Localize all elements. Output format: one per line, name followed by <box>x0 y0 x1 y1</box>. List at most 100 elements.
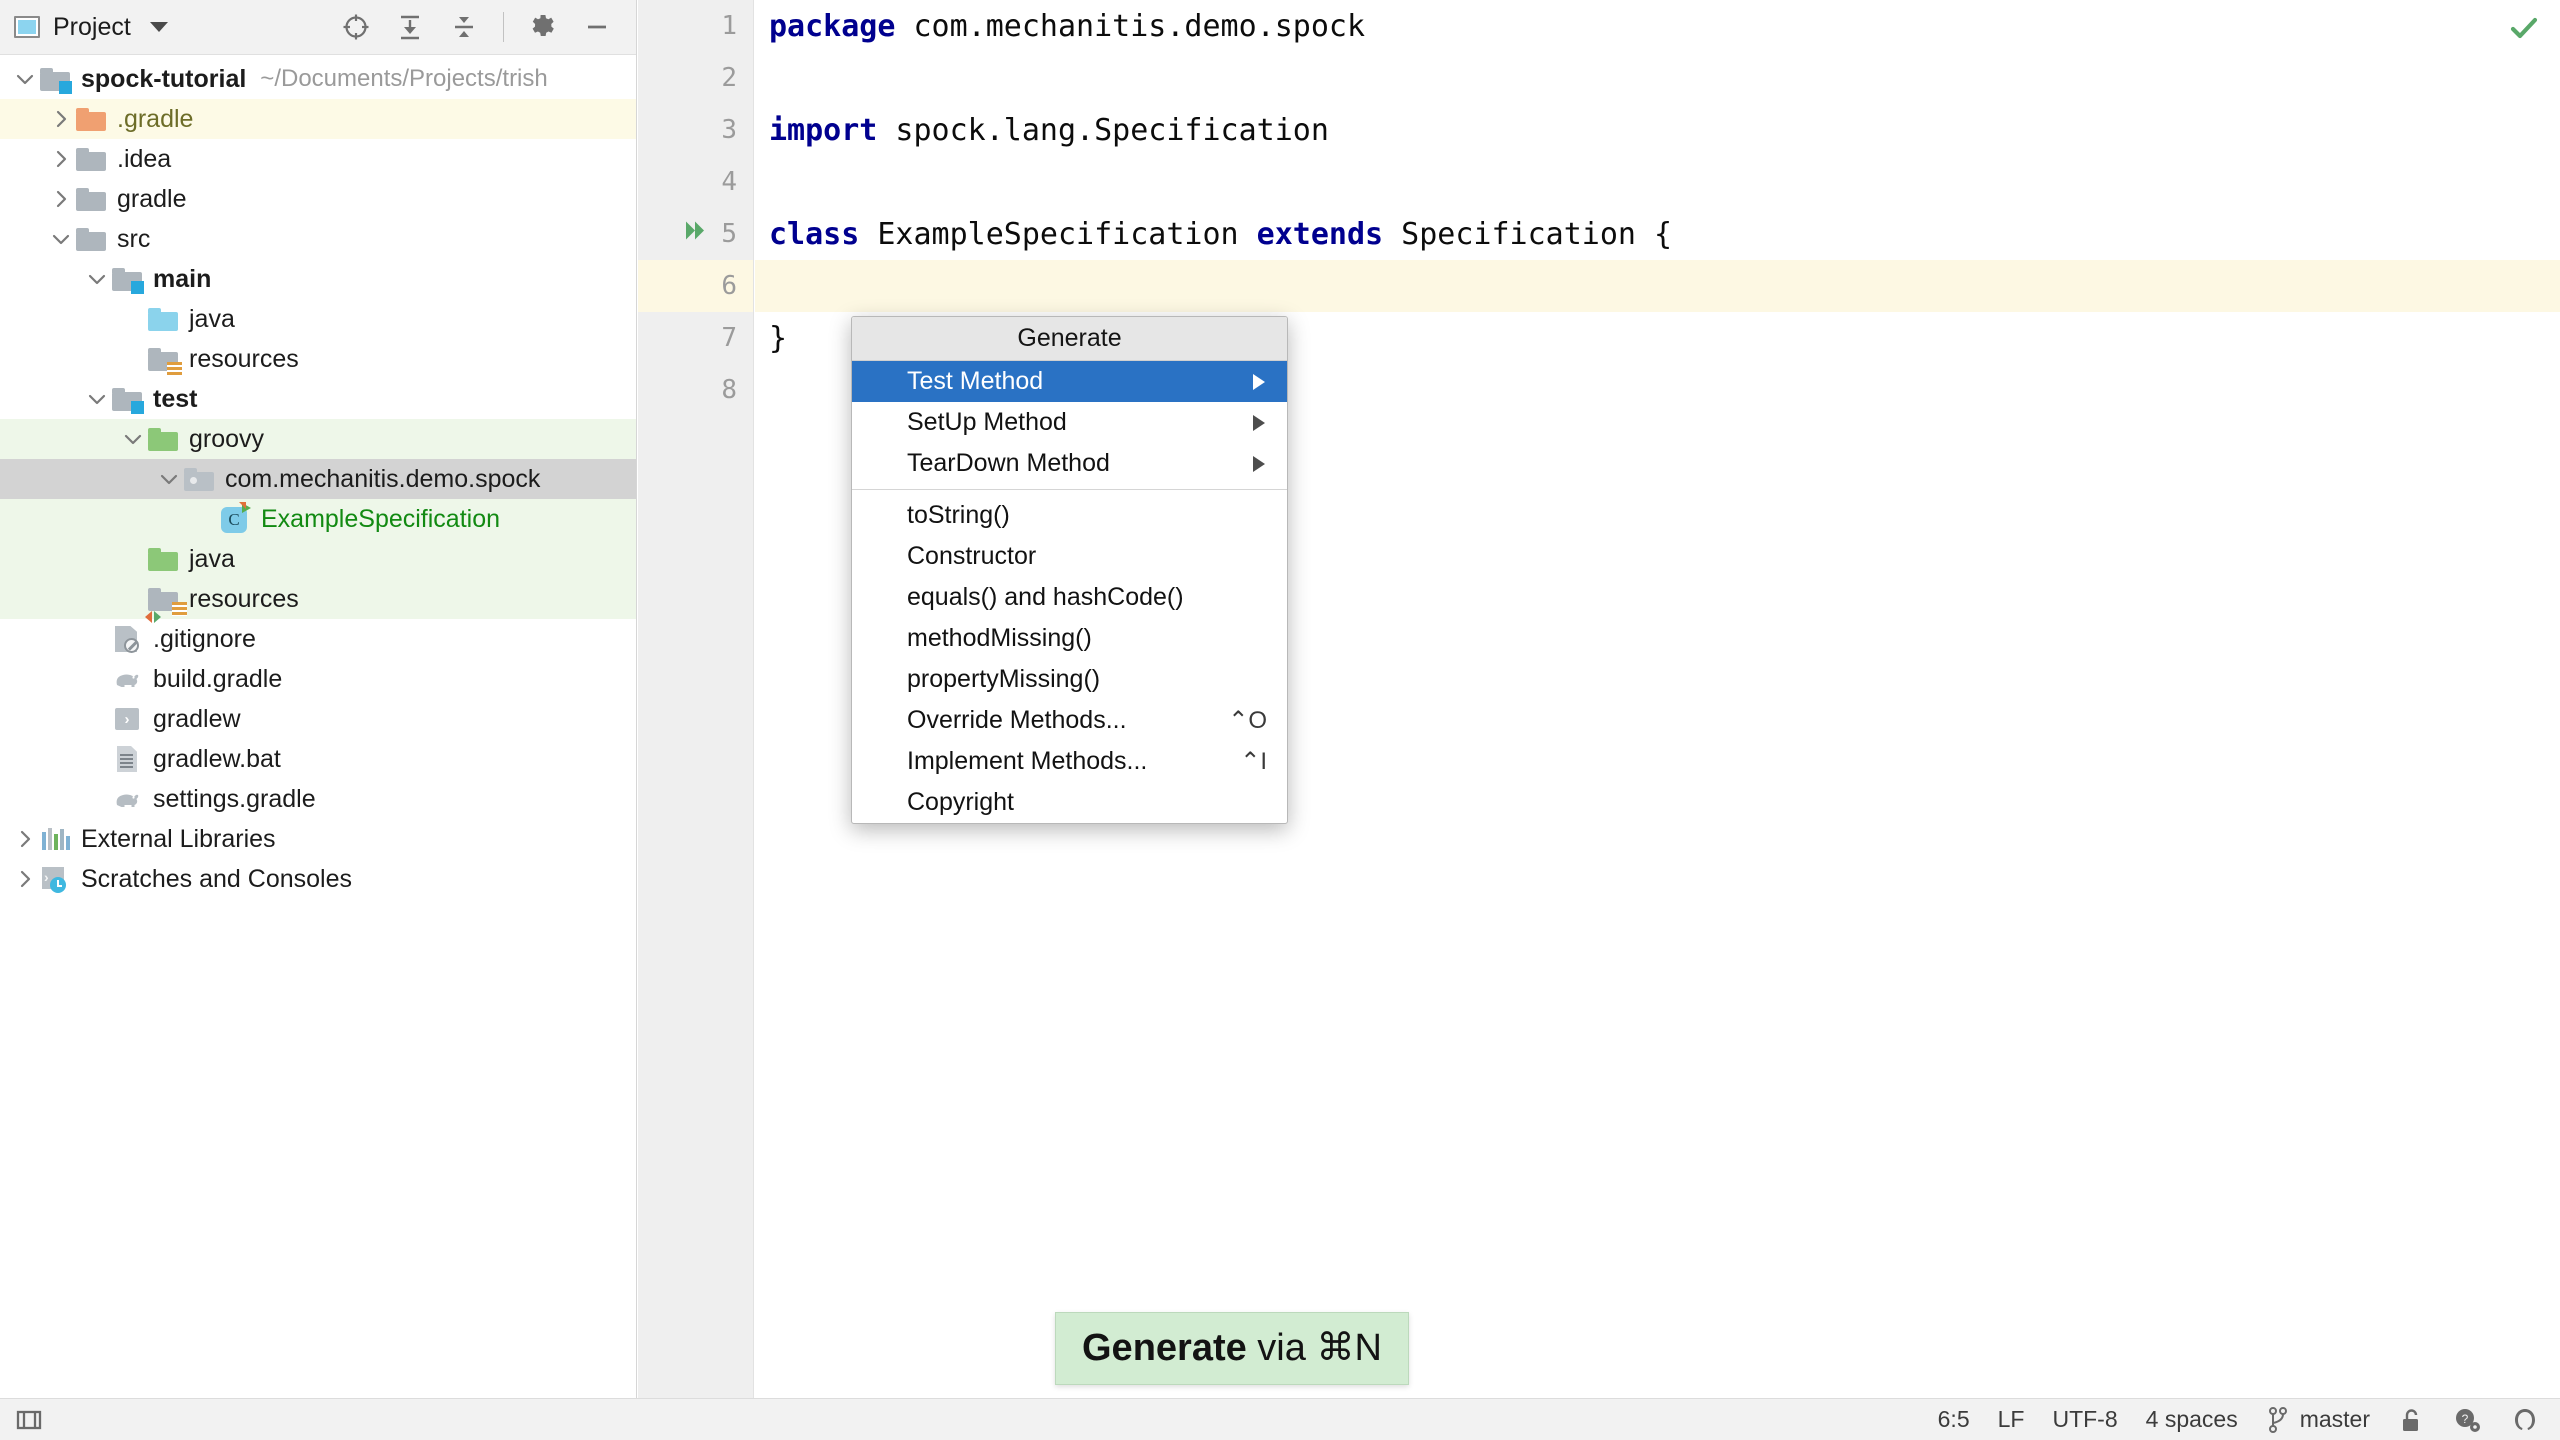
tree-item-label: src <box>117 227 150 252</box>
status-bar-right: 6:5 LF UTF-8 4 spaces master <box>1938 1405 2560 1435</box>
chevron-down-icon[interactable] <box>120 426 146 452</box>
chevron-right-icon[interactable] <box>48 146 74 172</box>
line-number-label: 7 <box>721 323 737 353</box>
code-line[interactable]: package com.mechanitis.demo.spock <box>755 0 2560 52</box>
chevron-right-icon[interactable] <box>12 866 38 892</box>
tree-item-scratches-and-consoles[interactable]: ›Scratches and Consoles <box>0 859 636 899</box>
menu-item-implement-methods[interactable]: Implement Methods...⌃I <box>852 741 1287 782</box>
code-keyword: import <box>769 113 877 148</box>
menu-item-shortcut: ⌃O <box>1228 706 1267 735</box>
tree-arrow-placeholder <box>84 706 110 732</box>
chevron-down-icon[interactable] <box>12 66 38 92</box>
folder-green-icon <box>148 425 180 453</box>
menu-item-copyright[interactable]: Copyright <box>852 782 1287 823</box>
green-checkmark-icon[interactable] <box>2506 10 2542 51</box>
toggle-tool-window-icon[interactable] <box>14 1405 44 1435</box>
chevron-right-icon[interactable] <box>48 106 74 132</box>
tree-item-settings-gradle[interactable]: settings.gradle <box>0 779 636 819</box>
chevron-right-icon[interactable] <box>48 186 74 212</box>
project-panel-title-group[interactable]: Project <box>14 13 168 42</box>
generate-popup-menu[interactable]: Generate Test MethodSetUp MethodTearDown… <box>851 316 1288 824</box>
tree-item-resources[interactable]: resources <box>0 579 636 619</box>
search-everywhere-icon[interactable] <box>2510 1405 2540 1435</box>
select-opened-file-icon[interactable] <box>341 12 371 42</box>
unlocked-icon[interactable] <box>2398 1406 2424 1434</box>
collapse-all-icon[interactable] <box>449 12 479 42</box>
line-separator[interactable]: LF <box>1998 1406 2025 1433</box>
gutter-line-number[interactable]: 7 <box>638 312 753 364</box>
chevron-down-icon[interactable] <box>48 226 74 252</box>
folder-blue-icon <box>148 305 180 333</box>
generate-popup-items[interactable]: Test MethodSetUp Method TearDown Method to… <box>852 361 1287 823</box>
gutter-line-number[interactable]: 2 <box>638 52 753 104</box>
git-branch-widget[interactable]: master <box>2266 1406 2370 1434</box>
tree-item-main[interactable]: main <box>0 259 636 299</box>
tree-item-java[interactable]: java <box>0 539 636 579</box>
tree-item-external-libraries[interactable]: External Libraries <box>0 819 636 859</box>
project-tree[interactable]: spock-tutorial ~/Documents/Projects/trish… <box>0 55 636 899</box>
menu-item-label: TearDown Method <box>907 449 1110 478</box>
code-line[interactable] <box>755 156 2560 208</box>
code-line[interactable] <box>755 260 2560 312</box>
chevron-down-icon[interactable] <box>84 386 110 412</box>
chevron-down-icon[interactable] <box>150 22 168 32</box>
inspections-widget-icon[interactable]: ? <box>2452 1405 2482 1435</box>
tree-item-gradlew[interactable]: ›gradlew <box>0 699 636 739</box>
chevron-down-icon[interactable] <box>156 466 182 492</box>
editor-gutter[interactable]: 1 2 34 5 6 7 8 <box>638 0 754 1398</box>
hide-panel-icon[interactable] <box>582 12 612 42</box>
tree-item-examplespecification[interactable]: CExampleSpecification <box>0 499 636 539</box>
code-line[interactable]: import spock.lang.Specification <box>755 104 2560 156</box>
menu-item-test-method[interactable]: Test Method <box>852 361 1287 402</box>
caret-position[interactable]: 6:5 <box>1938 1406 1970 1433</box>
gutter-line-number[interactable]: 5 <box>638 208 753 260</box>
tree-item-src[interactable]: src <box>0 219 636 259</box>
gutter-line-number[interactable]: 4 <box>638 156 753 208</box>
tree-item-spock-tutorial[interactable]: spock-tutorial ~/Documents/Projects/trish <box>0 59 636 99</box>
line-number-label: 8 <box>721 375 737 405</box>
gutter-line-number[interactable]: 8 <box>638 364 753 416</box>
tree-item-groovy[interactable]: groovy <box>0 419 636 459</box>
tree-item-idea[interactable]: .idea <box>0 139 636 179</box>
menu-item-equals-and-hashcode[interactable]: equals() and hashCode() <box>852 577 1287 618</box>
chevron-down-icon[interactable] <box>84 266 110 292</box>
tree-arrow-placeholder <box>84 786 110 812</box>
run-test-gutter-icon[interactable] <box>683 218 709 251</box>
tree-item-path: ~/Documents/Projects/trish <box>260 65 547 93</box>
menu-item-setup-method[interactable]: SetUp Method <box>852 402 1287 443</box>
indent-setting[interactable]: 4 spaces <box>2146 1406 2238 1433</box>
chevron-right-icon[interactable] <box>12 826 38 852</box>
folder-orange-icon <box>76 105 108 133</box>
code-line[interactable] <box>755 52 2560 104</box>
menu-item-override-methods[interactable]: Override Methods...⌃O <box>852 700 1287 741</box>
gutter-line-number[interactable]: 3 <box>638 104 753 156</box>
tree-item-gradlew-bat[interactable]: gradlew.bat <box>0 739 636 779</box>
tree-item-java[interactable]: java <box>0 299 636 339</box>
menu-item-methodmissing[interactable]: methodMissing() <box>852 618 1287 659</box>
menu-item-tostring[interactable]: toString() <box>852 495 1287 536</box>
folder-grey-icon <box>76 225 108 253</box>
gutter-line-number[interactable]: 6 <box>638 260 753 312</box>
groovy-class-icon: C <box>220 505 252 533</box>
tree-arrow-placeholder <box>84 666 110 692</box>
tree-item-label: spock-tutorial <box>81 67 246 92</box>
tree-item-gitignore[interactable]: .gitignore <box>0 619 636 659</box>
tree-item-gradle[interactable]: gradle <box>0 179 636 219</box>
line-number-label: 2 <box>721 63 737 93</box>
tree-item-gradle[interactable]: .gradle <box>0 99 636 139</box>
menu-item-constructor[interactable]: Constructor <box>852 536 1287 577</box>
tree-item-build-gradle[interactable]: build.gradle <box>0 659 636 699</box>
expand-all-icon[interactable] <box>395 12 425 42</box>
tree-item-resources[interactable]: resources <box>0 339 636 379</box>
gradle-file-icon <box>112 665 144 693</box>
settings-gear-icon[interactable] <box>528 12 558 42</box>
gutter-line-number[interactable]: 1 <box>638 0 753 52</box>
code-line[interactable]: class ExampleSpecification extends Speci… <box>755 208 2560 260</box>
tree-item-com-mechanitis-demo-spock[interactable]: com.mechanitis.demo.spock <box>0 459 636 499</box>
file-encoding[interactable]: UTF-8 <box>2052 1406 2117 1433</box>
tree-item-label: Scratches and Consoles <box>81 867 352 892</box>
line-number-label: 5 <box>721 219 737 249</box>
tree-item-test[interactable]: test <box>0 379 636 419</box>
menu-item-propertymissing[interactable]: propertyMissing() <box>852 659 1287 700</box>
menu-item-teardown-method[interactable]: TearDown Method <box>852 443 1287 484</box>
